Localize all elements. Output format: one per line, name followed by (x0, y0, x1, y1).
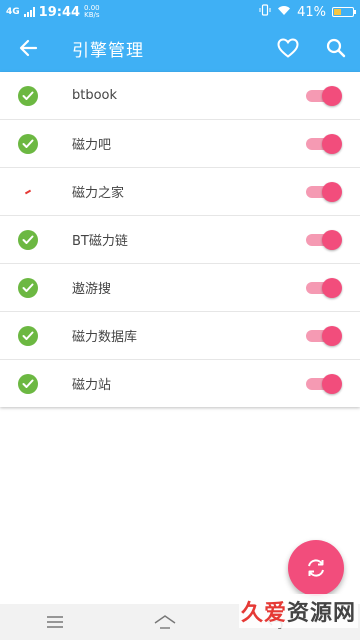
engine-status (0, 189, 56, 194)
engine-row[interactable]: btbook (0, 72, 360, 120)
engine-row[interactable]: 磁力数据库 (0, 312, 360, 360)
battery-icon (332, 7, 356, 17)
network-speed-unit: KB/s (84, 11, 100, 19)
check-circle-icon (18, 229, 38, 250)
heart-outline-icon (277, 38, 299, 58)
toggle-thumb (322, 373, 342, 394)
check-circle-icon (18, 373, 38, 394)
engine-toggle[interactable] (306, 133, 342, 154)
toggle-thumb (322, 85, 342, 106)
engine-toggle[interactable] (306, 277, 342, 298)
engine-toggle[interactable] (306, 85, 342, 106)
engine-row[interactable]: 磁力之家 (0, 168, 360, 216)
watermark-part2: 资源网 (286, 601, 356, 626)
status-bar: 4G 19:44 0.00 KB/s 41% (0, 0, 360, 24)
check-circle-icon (18, 325, 38, 346)
back-button[interactable] (0, 24, 56, 72)
engine-name: BT磁力链 (72, 234, 128, 249)
vibrate-icon (259, 4, 271, 20)
engine-row[interactable]: 遨游搜 (0, 264, 360, 312)
toggle-thumb (322, 325, 342, 346)
engine-name: 遨游搜 (72, 282, 112, 297)
engine-name: 磁力之家 (72, 186, 125, 201)
engine-row[interactable]: BT磁力链 (0, 216, 360, 264)
engine-status (0, 133, 56, 154)
engine-status (0, 85, 56, 106)
refresh-button[interactable] (288, 540, 344, 596)
toggle-thumb (322, 277, 342, 298)
engine-status (0, 325, 56, 346)
engine-name: 磁力站 (72, 378, 112, 393)
engine-status (0, 373, 56, 394)
check-circle-icon (18, 133, 38, 154)
engine-toggle[interactable] (306, 181, 342, 202)
home-button[interactable] (110, 604, 220, 640)
menu-button[interactable] (0, 604, 110, 640)
search-icon (326, 38, 346, 58)
engine-status (0, 229, 56, 250)
arrow-back-icon (19, 39, 38, 57)
page-title: 引擎管理 (72, 40, 144, 61)
engine-name: btbook (72, 88, 118, 103)
favorite-button[interactable] (264, 24, 312, 72)
engine-toggle[interactable] (306, 325, 342, 346)
engine-row[interactable]: 磁力站 (0, 360, 360, 407)
error-mark-icon (24, 189, 32, 194)
home-icon (154, 615, 176, 629)
watermark-part1: 久爱 (240, 601, 287, 626)
search-button[interactable] (312, 24, 360, 72)
refresh-icon (308, 559, 324, 577)
network-type: 4G (6, 6, 20, 17)
engine-name: 磁力数据库 (72, 330, 138, 345)
engine-toggle[interactable] (306, 373, 342, 394)
engine-list: btbook 磁力吧磁力之家 BT磁力链遨游搜磁力数据库磁力站 (0, 72, 360, 407)
watermark-logo: 久爱 资源网 (238, 594, 358, 628)
battery-percent: 41% (297, 4, 326, 20)
engine-name: 磁力吧 (72, 138, 112, 153)
check-circle-icon (18, 277, 38, 298)
toggle-thumb (322, 133, 342, 154)
engine-status (0, 277, 56, 298)
status-time: 19:44 (38, 4, 81, 20)
check-circle-icon (18, 85, 38, 106)
signal-icon (23, 7, 35, 17)
app-bar: 引擎管理 (0, 24, 360, 72)
engine-toggle[interactable] (306, 229, 342, 250)
network-speed: 0.00 KB/s (84, 5, 100, 19)
toggle-thumb (322, 181, 342, 202)
toggle-thumb (322, 229, 342, 250)
engine-row[interactable]: 磁力吧 (0, 120, 360, 168)
wifi-icon (277, 5, 291, 20)
menu-icon (47, 616, 63, 628)
